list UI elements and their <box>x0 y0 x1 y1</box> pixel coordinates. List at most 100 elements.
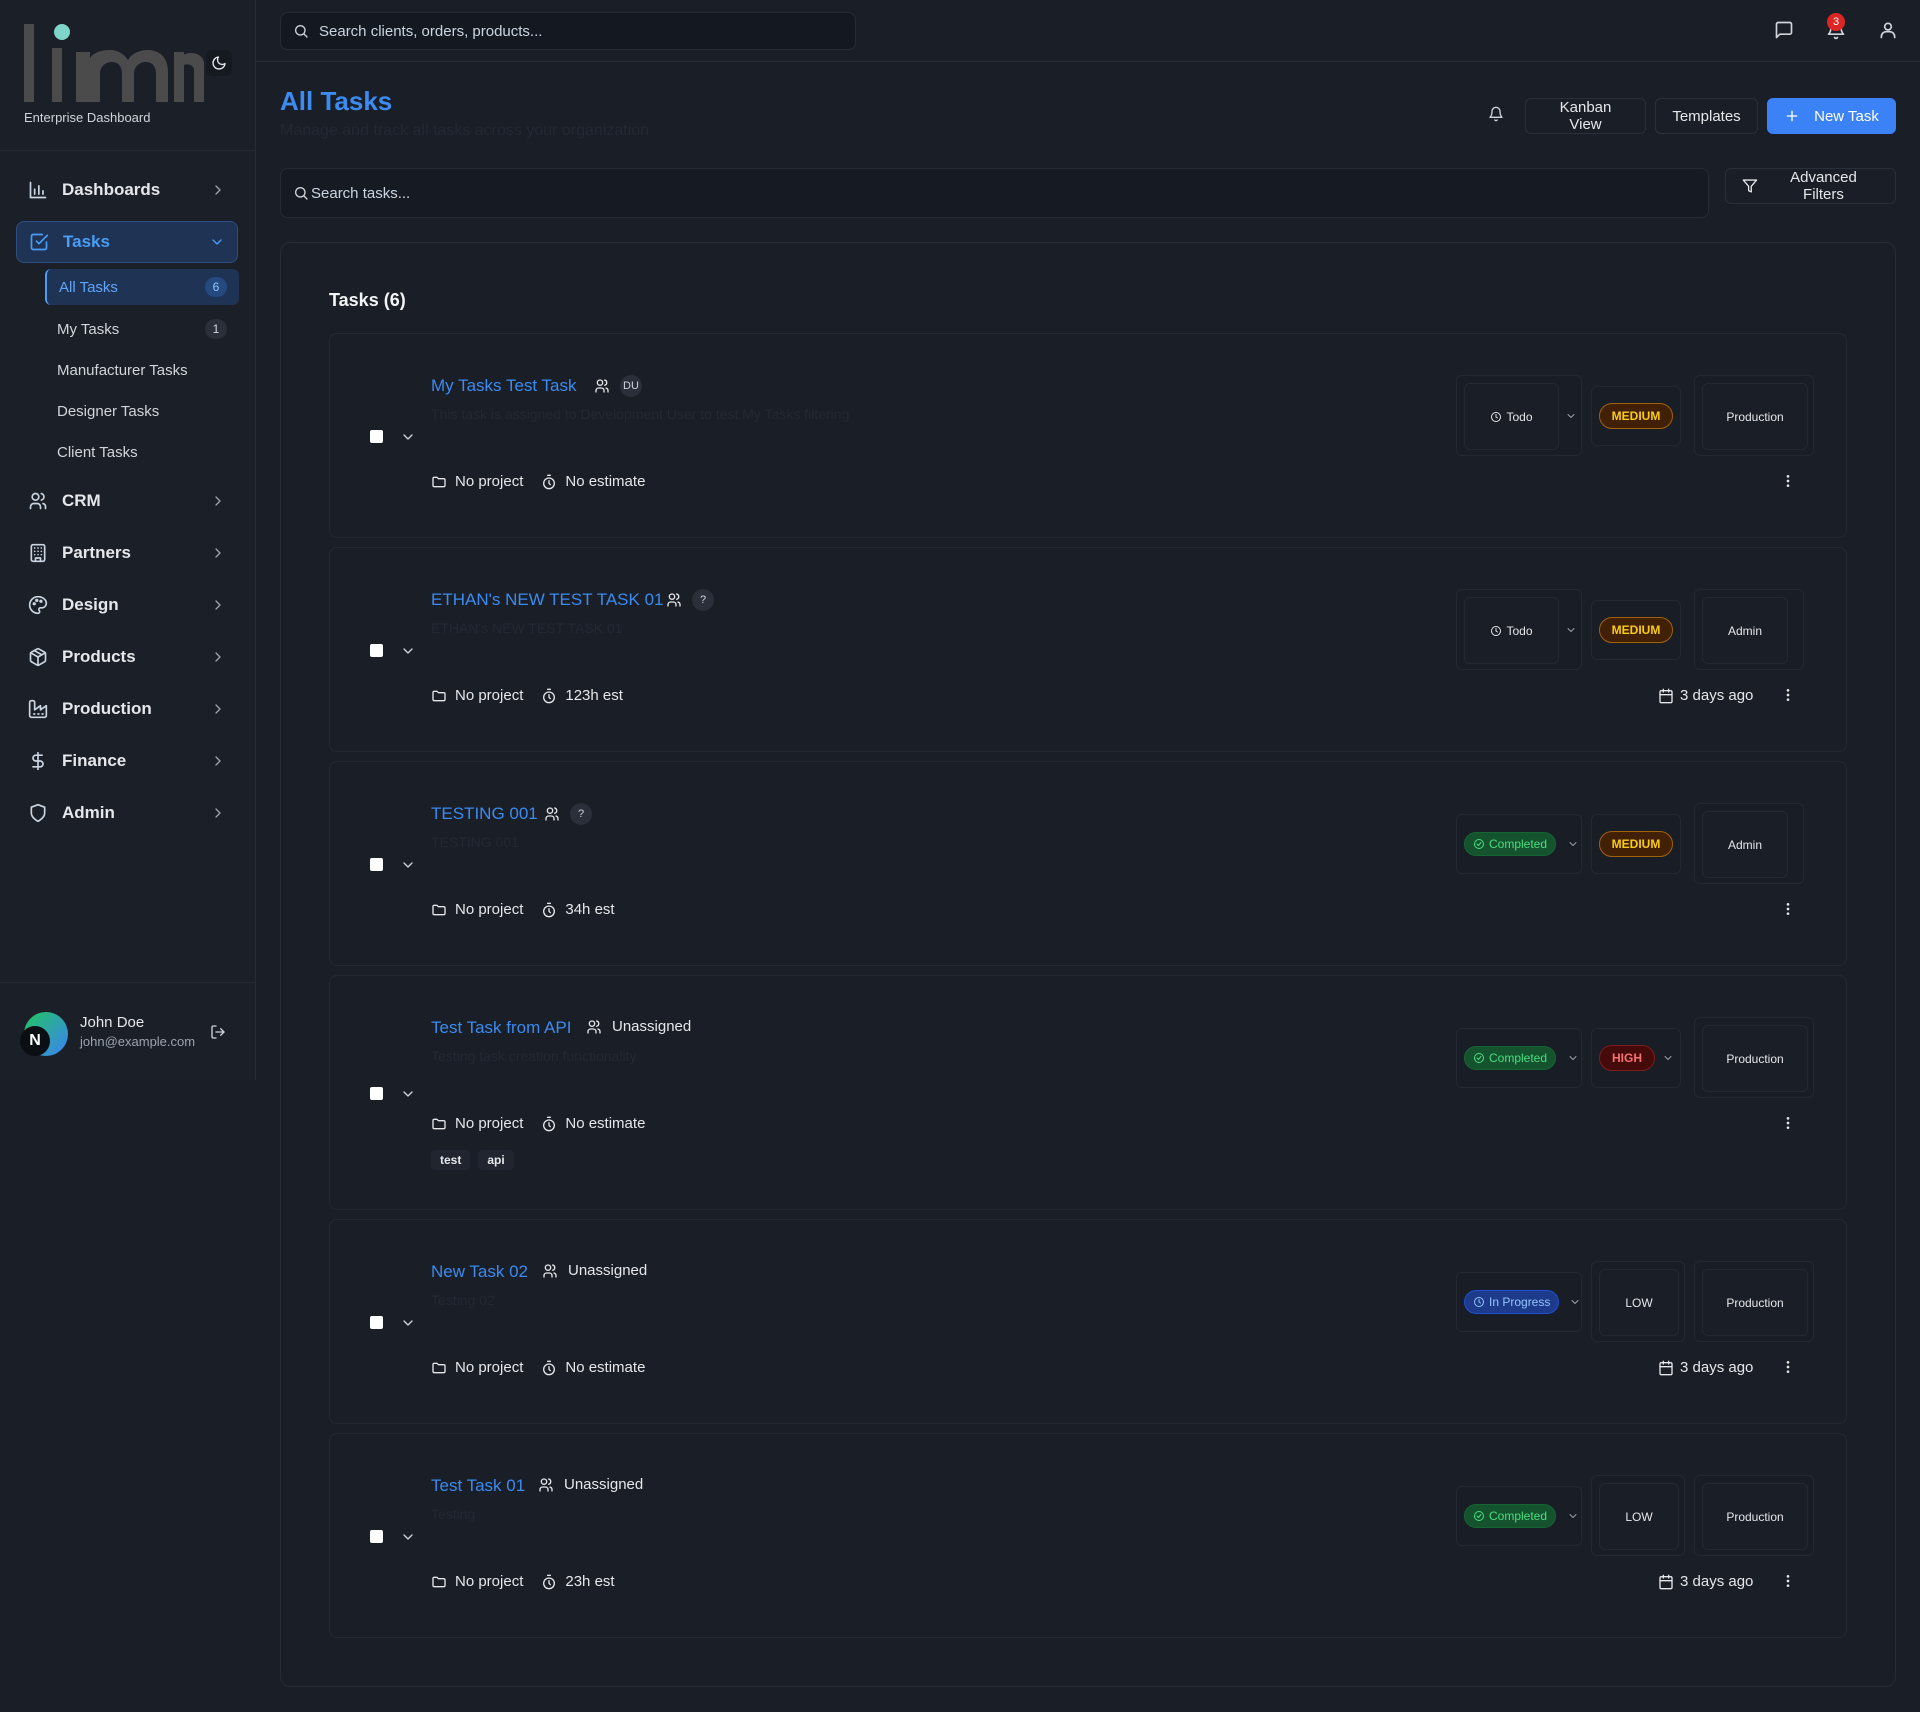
more-vertical-icon[interactable] <box>1780 1359 1796 1375</box>
sidebar-item-products[interactable]: Products <box>16 636 238 678</box>
sidebar-item-design[interactable]: Design <box>16 584 238 626</box>
task-checkbox[interactable] <box>370 1530 383 1543</box>
sidebar-item-finance[interactable]: Finance <box>16 740 238 782</box>
priority-select[interactable]: LOW <box>1599 1269 1679 1336</box>
task-checkbox[interactable] <box>370 1087 383 1100</box>
task-assignee[interactable]: Unassigned <box>538 1476 643 1493</box>
more-vertical-icon[interactable] <box>1780 1115 1796 1131</box>
sidebar-item-crm[interactable]: CRM <box>16 480 238 522</box>
task-title[interactable]: TESTING 001 <box>431 804 538 824</box>
task-search-input[interactable] <box>311 184 1691 202</box>
task-title[interactable]: New Task 02 <box>431 1262 528 1282</box>
department-select[interactable]: Production <box>1702 1025 1808 1092</box>
chevron-down-icon[interactable] <box>1565 624 1577 636</box>
chevron-down-icon[interactable] <box>400 857 416 873</box>
task-meta: No project 123h est <box>431 687 623 704</box>
task-meta: No project No estimate <box>431 1359 645 1376</box>
factory-icon <box>28 699 48 719</box>
sidebar-item-dashboards[interactable]: Dashboards <box>16 169 238 211</box>
assignee-chip: DU <box>620 375 642 397</box>
sidebar-subitem-my-tasks[interactable]: My Tasks 1 <box>45 311 239 347</box>
status-label: In Progress <box>1489 1295 1551 1309</box>
status-control[interactable]: Completed <box>1456 1028 1582 1088</box>
chevron-down-icon <box>212 239 222 245</box>
message-icon[interactable] <box>1774 20 1794 40</box>
task-assignee[interactable]: ? <box>666 589 714 611</box>
task-estimate: 34h est <box>565 901 615 918</box>
advanced-filters-button[interactable]: Advanced Filters <box>1725 168 1896 204</box>
department-label: Production <box>1726 1509 1784 1524</box>
chevron-down-icon[interactable] <box>1565 410 1577 422</box>
sidebar-item-partners[interactable]: Partners <box>16 532 238 574</box>
tag[interactable]: api <box>478 1150 514 1170</box>
department-select[interactable]: Production <box>1702 1483 1808 1550</box>
priority-control[interactable]: MEDIUM <box>1591 600 1681 660</box>
clock-icon <box>1474 1297 1484 1307</box>
chevron-down-icon[interactable] <box>400 429 416 445</box>
more-vertical-icon[interactable] <box>1780 687 1796 703</box>
chevron-down-icon[interactable] <box>1569 1296 1581 1308</box>
sidebar-subitem-all-tasks[interactable]: All Tasks 6 <box>45 269 239 305</box>
sidebar-item-production[interactable]: Production <box>16 688 238 730</box>
chevron-down-icon[interactable] <box>1567 838 1579 850</box>
priority-control[interactable]: MEDIUM <box>1591 814 1681 874</box>
task-checkbox[interactable] <box>370 1316 383 1329</box>
task-checkbox[interactable] <box>370 430 383 443</box>
timer-icon <box>543 902 556 917</box>
department-select[interactable]: Production <box>1702 383 1808 450</box>
priority-control[interactable]: MEDIUM <box>1591 386 1681 446</box>
chevron-down-icon[interactable] <box>1662 1052 1674 1064</box>
logout-icon[interactable] <box>210 1024 226 1040</box>
chevron-down-icon[interactable] <box>400 643 416 659</box>
task-assignee[interactable]: Unassigned <box>586 1018 691 1035</box>
chevron-down-icon[interactable] <box>400 1315 416 1331</box>
department-control: Production <box>1694 1017 1814 1098</box>
status-label: Completed <box>1489 1051 1548 1065</box>
status-select[interactable]: Todo <box>1464 597 1559 664</box>
more-vertical-icon[interactable] <box>1780 1573 1796 1589</box>
status-control[interactable]: Completed <box>1456 1486 1582 1546</box>
sidebar-subitem-designer-tasks[interactable]: Designer Tasks <box>45 393 239 429</box>
theme-toggle-button[interactable] <box>206 50 232 76</box>
templates-button[interactable]: Templates <box>1655 98 1758 134</box>
status-control[interactable]: Completed <box>1456 814 1582 874</box>
sidebar-subitem-client-tasks[interactable]: Client Tasks <box>45 434 239 470</box>
task-title[interactable]: Test Task 01 <box>431 1476 525 1496</box>
user-icon[interactable] <box>1878 20 1898 40</box>
global-search[interactable] <box>280 12 856 50</box>
task-checkbox[interactable] <box>370 644 383 657</box>
task-checkbox[interactable] <box>370 858 383 871</box>
sidebar-subitem-manufacturer-tasks[interactable]: Manufacturer Tasks <box>45 352 239 388</box>
chevron-down-icon[interactable] <box>400 1086 416 1102</box>
global-search-input[interactable] <box>319 22 819 40</box>
chevron-down-icon[interactable] <box>1567 1510 1579 1522</box>
task-description: Testing task creation functionality <box>431 1048 637 1064</box>
new-task-button[interactable]: New Task <box>1767 98 1896 134</box>
task-title[interactable]: My Tasks Test Task <box>431 376 577 396</box>
more-vertical-icon[interactable] <box>1780 473 1796 489</box>
status-control[interactable]: In Progress <box>1456 1272 1582 1332</box>
chevron-down-icon[interactable] <box>1567 1052 1579 1064</box>
priority-select[interactable]: LOW <box>1599 1483 1679 1550</box>
status-select[interactable]: Todo <box>1464 383 1559 450</box>
assignee-label: Unassigned <box>612 1018 692 1035</box>
sidebar-item-tasks[interactable]: Tasks <box>16 221 238 263</box>
more-vertical-icon[interactable] <box>1780 901 1796 917</box>
priority-control[interactable]: HIGH <box>1591 1028 1681 1088</box>
users-icon <box>587 1019 601 1034</box>
task-title[interactable]: ETHAN's NEW TEST TASK 01 <box>431 590 664 610</box>
tag[interactable]: test <box>431 1150 471 1170</box>
task-meta: No project 23h est <box>431 1573 615 1590</box>
task-assignee[interactable]: DU <box>594 375 642 397</box>
task-assignee[interactable]: ? <box>544 803 592 825</box>
sidebar-item-admin[interactable]: Admin <box>16 792 238 834</box>
task-assignee[interactable]: Unassigned <box>542 1262 647 1279</box>
department-select[interactable]: Admin <box>1702 811 1788 878</box>
bell-icon[interactable] <box>1488 106 1504 122</box>
task-title[interactable]: Test Task from API <box>431 1018 571 1038</box>
department-select[interactable]: Admin <box>1702 597 1788 664</box>
chevron-down-icon[interactable] <box>400 1529 416 1545</box>
kanban-view-button[interactable]: Kanban View <box>1525 98 1646 134</box>
department-select[interactable]: Production <box>1702 1269 1808 1336</box>
task-search[interactable] <box>280 168 1709 218</box>
